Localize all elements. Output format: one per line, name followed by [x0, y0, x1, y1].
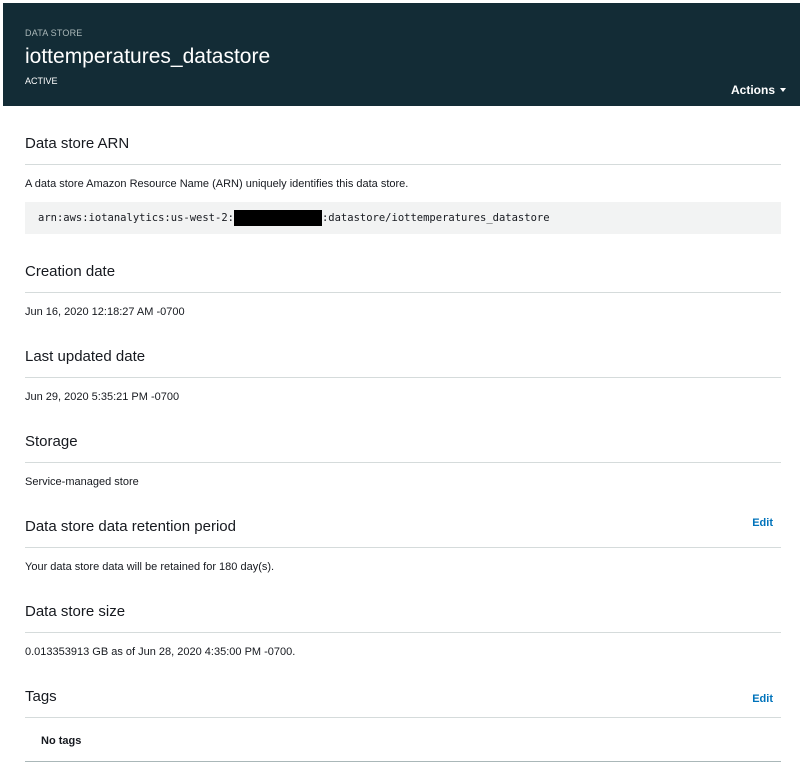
section-title: Creation date [25, 234, 781, 293]
no-tags-label: No tags [25, 718, 781, 762]
tags-section: Edit Tags No tags [25, 659, 781, 762]
last-updated-section: Last updated date Jun 29, 2020 5:35:21 P… [25, 319, 781, 404]
section-title: Tags [25, 659, 781, 718]
section-title: Last updated date [25, 319, 781, 378]
page-header: DATA STORE iottemperatures_datastore ACT… [3, 3, 800, 106]
retention-edit-link[interactable]: Edit [752, 517, 773, 529]
last-updated-value: Jun 29, 2020 5:35:21 PM -0700 [25, 391, 180, 403]
actions-button-label: Actions [730, 83, 775, 97]
tags-edit-link[interactable]: Edit [752, 693, 773, 705]
creation-date-value: Jun 16, 2020 12:18:27 AM -0700 [25, 306, 185, 318]
retention-value: Your data store data will be retained fo… [25, 561, 275, 573]
arn-code-block: arn:aws:iotanalytics:us-west-2: :datastor… [25, 202, 781, 234]
retention-section: Edit Data store data retention period Yo… [25, 489, 781, 574]
section-title: Data store data retention period [25, 489, 781, 548]
arn-prefix: arn:aws:iotanalytics:us-west-2: [38, 212, 234, 224]
redacted-account-id [233, 210, 322, 226]
storage-value: Service-managed store [25, 476, 139, 488]
arn-description: A data store Amazon Resource Name (ARN) … [25, 178, 409, 190]
creation-date-section: Creation date Jun 16, 2020 12:18:27 AM -… [25, 234, 781, 319]
size-section: Data store size 0.013353913 GB as of Jun… [25, 574, 781, 659]
size-value: 0.013353913 GB as of Jun 28, 2020 4:35:0… [25, 646, 296, 658]
caret-down-icon [780, 88, 786, 92]
status-badge: ACTIVE [25, 76, 58, 86]
section-title: Storage [25, 404, 781, 463]
actions-button[interactable]: Actions [731, 83, 786, 97]
resource-type-label: DATA STORE [25, 28, 83, 38]
page-title: iottemperatures_datastore [25, 45, 271, 68]
section-title: Data store size [25, 574, 781, 633]
details-content: Data store ARN A data store Amazon Resou… [25, 106, 781, 762]
storage-section: Storage Service-managed store [25, 404, 781, 489]
section-title: Data store ARN [25, 106, 781, 165]
arn-suffix: :datastore/iottemperatures_datastore [321, 212, 550, 224]
arn-section: Data store ARN A data store Amazon Resou… [25, 106, 781, 234]
